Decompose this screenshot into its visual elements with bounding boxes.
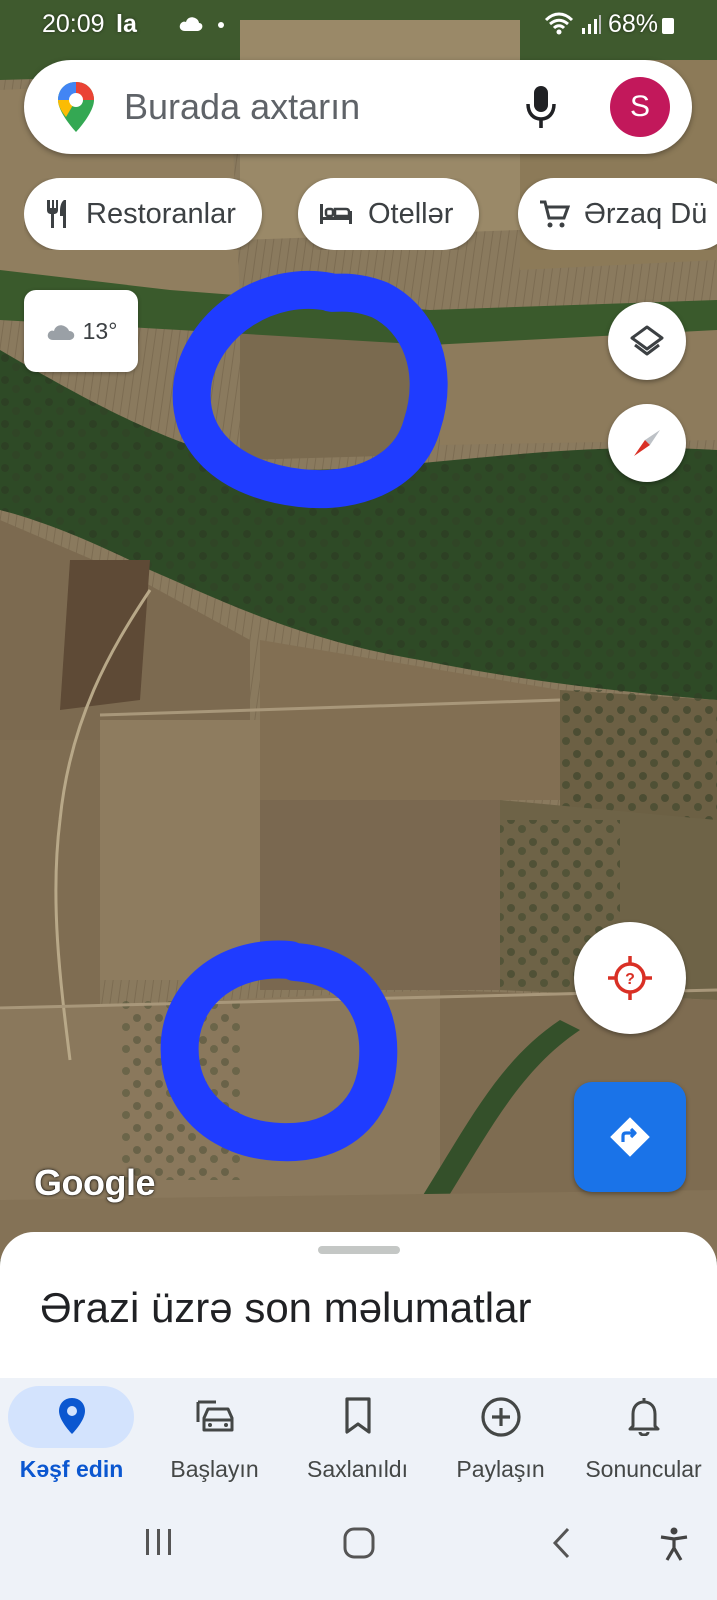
chip-label: Otellər (368, 197, 454, 230)
back-icon[interactable] (550, 1526, 574, 1560)
directions-button[interactable] (574, 1082, 686, 1192)
bell-icon (628, 1398, 659, 1436)
location-unknown-icon: ? (608, 956, 652, 1000)
weather-temperature: 13° (82, 317, 118, 344)
layers-icon (630, 325, 664, 356)
nav-go[interactable]: Başlayın (143, 1378, 286, 1488)
notification-dot (218, 22, 224, 28)
car-icon (196, 1400, 233, 1432)
sheet-drag-handle[interactable] (318, 1246, 400, 1254)
accessibility-icon[interactable] (658, 1526, 690, 1562)
category-chips: Restoranlar Otellər Ərzaq Dü (24, 178, 717, 250)
signal-icon (582, 15, 601, 34)
search-input[interactable]: Burada axtarın (124, 86, 360, 128)
battery-level: 68% (608, 10, 659, 38)
chip-hotels[interactable]: Otellər (298, 178, 480, 250)
pin-icon (58, 1398, 85, 1434)
status-time: 20:09 (42, 10, 105, 38)
layers-button[interactable] (608, 302, 686, 380)
bottom-sheet[interactable]: Ərazi üzrə son məlumatlar (0, 1232, 717, 1380)
google-attribution: Google (34, 1162, 156, 1203)
directions-icon (610, 1117, 650, 1157)
wifi-icon (544, 12, 574, 35)
system-navigation-bar (0, 1488, 717, 1600)
chip-label: Ərzaq Dü (584, 197, 708, 230)
nav-label: Saxlanıldı (306, 1456, 408, 1482)
recent-apps-icon[interactable] (142, 1526, 176, 1558)
nav-explore[interactable]: Kəşf edin (0, 1378, 143, 1488)
cloud-icon (47, 325, 74, 340)
account-avatar[interactable]: S (610, 77, 670, 137)
weather-widget[interactable]: 13° (24, 290, 138, 372)
nav-label: Sonuncular (585, 1456, 702, 1482)
nav-saved[interactable]: Saxlanıldı (286, 1378, 429, 1488)
cart-icon (540, 200, 570, 228)
status-bar: 20:09 la 68% (0, 0, 717, 52)
sheet-title: Ərazi üzrə son məlumatlar (40, 1284, 532, 1331)
chip-restaurants[interactable]: Restoranlar (24, 178, 262, 250)
search-bar[interactable]: Burada axtarın S (24, 60, 692, 154)
bed-icon (320, 204, 352, 224)
compass-button[interactable] (608, 404, 686, 482)
add-circle-icon (480, 1397, 521, 1437)
svg-text:?: ? (625, 971, 635, 988)
chip-label: Restoranlar (86, 197, 236, 230)
cloud-icon (179, 17, 203, 31)
battery-icon (662, 18, 674, 34)
nav-contribute[interactable]: Paylaşın (429, 1378, 572, 1488)
compass-icon (634, 430, 660, 456)
nav-label: Paylaşın (456, 1456, 545, 1482)
maps-pin-logo-icon (58, 82, 94, 132)
fork-knife-icon (47, 200, 66, 228)
microphone-icon[interactable] (524, 84, 558, 130)
carrier-badge: la (116, 10, 137, 38)
bookmark-icon (344, 1397, 371, 1434)
nav-label: Başlayın (170, 1456, 259, 1482)
nav-label: Kəşf edin (19, 1456, 124, 1482)
my-location-button[interactable]: ? (574, 922, 686, 1034)
home-icon[interactable] (342, 1526, 376, 1560)
chip-groceries[interactable]: Ərzaq Dü (518, 178, 717, 250)
nav-updates[interactable]: Sonuncular (572, 1378, 715, 1488)
bottom-navigation: Kəşf edin Başlayın Saxlanıldı Paylaşın S… (0, 1378, 717, 1488)
